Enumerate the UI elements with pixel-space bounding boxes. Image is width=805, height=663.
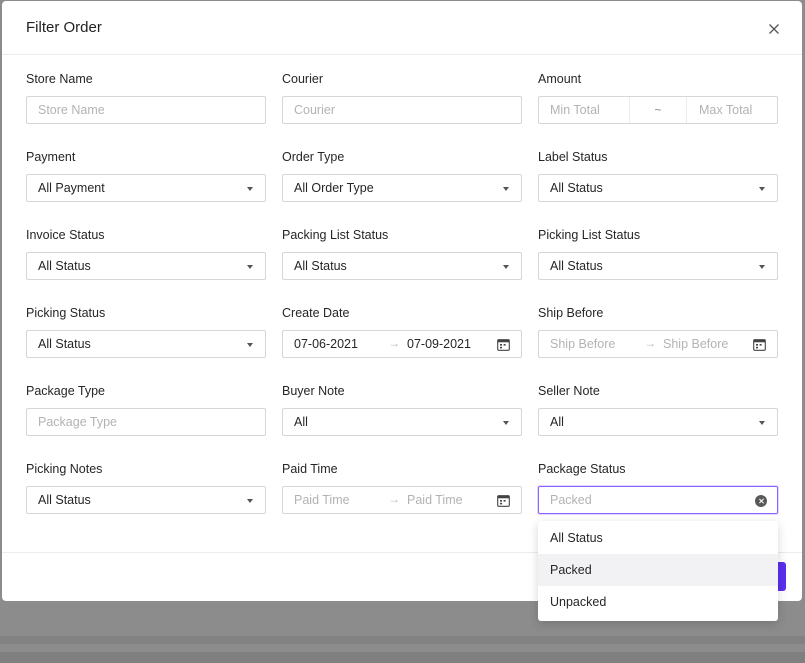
amount-range: Min Total ~ Max Total bbox=[538, 96, 778, 124]
clear-icon[interactable] bbox=[755, 495, 767, 507]
dropdown-option-packed[interactable]: Packed bbox=[538, 554, 778, 586]
invoice-status-label: Invoice Status bbox=[26, 228, 105, 242]
package-status-label: Package Status bbox=[538, 462, 626, 476]
package-type-label: Package Type bbox=[26, 384, 105, 398]
payment-value: All Payment bbox=[38, 181, 105, 195]
caret-down-icon bbox=[759, 265, 765, 269]
caret-down-icon bbox=[247, 265, 253, 269]
payment-select[interactable]: All Payment bbox=[26, 174, 266, 202]
close-icon bbox=[769, 24, 779, 34]
arrow-right-icon: → bbox=[388, 336, 400, 350]
order-type-value: All Order Type bbox=[294, 181, 374, 195]
paid-time-end-input[interactable]: Paid Time bbox=[407, 493, 463, 507]
arrow-right-icon: → bbox=[644, 336, 656, 350]
seller-note-label: Seller Note bbox=[538, 384, 600, 398]
order-type-label: Order Type bbox=[282, 150, 345, 164]
picking-list-status-select[interactable]: All Status bbox=[538, 252, 778, 280]
label-status-select[interactable]: All Status bbox=[538, 174, 778, 202]
caret-down-icon bbox=[247, 187, 253, 191]
courier-label: Courier bbox=[282, 72, 323, 86]
package-type-input[interactable]: Package Type bbox=[26, 408, 266, 436]
seller-note-value: All bbox=[550, 415, 564, 429]
order-type-select[interactable]: All Order Type bbox=[282, 174, 522, 202]
label-status-label: Label Status bbox=[538, 150, 608, 164]
picking-notes-value: All Status bbox=[38, 493, 91, 507]
packing-list-status-value: All Status bbox=[294, 259, 347, 273]
ship-before-label: Ship Before bbox=[538, 306, 604, 320]
amount-separator: ~ bbox=[629, 97, 687, 123]
modal-header: Filter Order bbox=[2, 1, 802, 55]
label-status-value: All Status bbox=[550, 181, 603, 195]
package-status-dropdown: All Status Packed Unpacked bbox=[538, 521, 778, 621]
picking-list-status-label: Picking List Status bbox=[538, 228, 641, 242]
max-total-input[interactable]: Max Total bbox=[699, 103, 752, 117]
arrow-right-icon: → bbox=[388, 492, 400, 506]
picking-notes-select[interactable]: All Status bbox=[26, 486, 266, 514]
invoice-status-select[interactable]: All Status bbox=[26, 252, 266, 280]
amount-label: Amount bbox=[538, 72, 582, 86]
create-date-end-input[interactable]: 07-09-2021 bbox=[407, 337, 471, 351]
package-status-select[interactable]: Packed bbox=[538, 486, 778, 514]
min-total-input[interactable]: Min Total bbox=[550, 103, 600, 117]
create-date-start-input[interactable]: 07-06-2021 bbox=[294, 337, 358, 351]
packing-list-status-label: Packing List Status bbox=[282, 228, 389, 242]
store-name-input[interactable]: Store Name bbox=[26, 96, 266, 124]
caret-down-icon bbox=[759, 421, 765, 425]
picking-status-value: All Status bbox=[38, 337, 91, 351]
create-date-label: Create Date bbox=[282, 306, 350, 320]
buyer-note-label: Buyer Note bbox=[282, 384, 345, 398]
caret-down-icon bbox=[503, 265, 509, 269]
ship-before-range: Ship Before → Ship Before bbox=[538, 330, 778, 358]
create-date-range: 07-06-2021 → 07-09-2021 bbox=[282, 330, 522, 358]
package-status-placeholder: Packed bbox=[550, 493, 592, 507]
paid-time-range: Paid Time → Paid Time bbox=[282, 486, 522, 514]
seller-note-select[interactable]: All bbox=[538, 408, 778, 436]
caret-down-icon bbox=[503, 187, 509, 191]
courier-placeholder: Courier bbox=[294, 103, 335, 117]
calendar-icon bbox=[497, 339, 510, 351]
buyer-note-select[interactable]: All bbox=[282, 408, 522, 436]
store-name-placeholder: Store Name bbox=[38, 103, 105, 117]
courier-input[interactable]: Courier bbox=[282, 96, 522, 124]
modal-title: Filter Order bbox=[26, 19, 102, 36]
buyer-note-value: All bbox=[294, 415, 308, 429]
calendar-icon bbox=[753, 339, 766, 351]
paid-time-start-input[interactable]: Paid Time bbox=[294, 493, 350, 507]
dropdown-option-unpacked[interactable]: Unpacked bbox=[538, 586, 778, 618]
packing-list-status-select[interactable]: All Status bbox=[282, 252, 522, 280]
backdrop-band bbox=[0, 636, 805, 644]
package-type-placeholder: Package Type bbox=[38, 415, 117, 429]
dropdown-option-all-status[interactable]: All Status bbox=[538, 522, 778, 554]
caret-down-icon bbox=[247, 499, 253, 503]
store-name-label: Store Name bbox=[26, 72, 93, 86]
caret-down-icon bbox=[759, 187, 765, 191]
ship-before-end-input[interactable]: Ship Before bbox=[663, 337, 728, 351]
filter-order-modal: Filter Order Store Name Store Name Couri… bbox=[2, 1, 802, 601]
picking-status-select[interactable]: All Status bbox=[26, 330, 266, 358]
picking-list-status-value: All Status bbox=[550, 259, 603, 273]
close-button[interactable] bbox=[764, 19, 784, 39]
ship-before-start-input[interactable]: Ship Before bbox=[550, 337, 615, 351]
paid-time-label: Paid Time bbox=[282, 462, 338, 476]
calendar-icon bbox=[497, 495, 510, 507]
caret-down-icon bbox=[247, 343, 253, 347]
invoice-status-value: All Status bbox=[38, 259, 91, 273]
backdrop-band bbox=[0, 652, 805, 663]
caret-down-icon bbox=[503, 421, 509, 425]
payment-label: Payment bbox=[26, 150, 76, 164]
picking-status-label: Picking Status bbox=[26, 306, 106, 320]
picking-notes-label: Picking Notes bbox=[26, 462, 103, 476]
